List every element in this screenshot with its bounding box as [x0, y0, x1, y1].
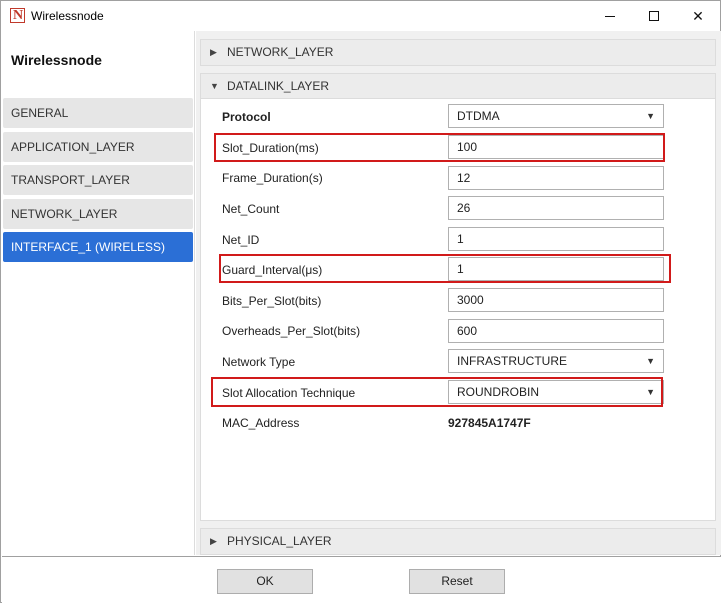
network-type-select[interactable]: INFRASTRUCTURE ▼: [448, 349, 664, 373]
net-count-field[interactable]: 26: [448, 196, 664, 220]
dialog-footer: OK Reset: [2, 556, 721, 603]
network-type-label: Network Type: [222, 355, 296, 369]
reset-button[interactable]: Reset: [409, 569, 505, 594]
protocol-label: Protocol: [222, 110, 271, 124]
sidebar-item-application-layer[interactable]: APPLICATION_LAYER: [3, 132, 193, 162]
datalink-layer-body: Protocol DTDMA ▼ Slot_Duration(ms) 100 F…: [200, 98, 716, 521]
chevron-down-icon: ▼: [210, 81, 219, 91]
mac-address-label: MAC_Address: [222, 416, 300, 430]
close-button[interactable]: ✕: [676, 1, 720, 31]
ok-button[interactable]: OK: [217, 569, 313, 594]
frame-duration-field[interactable]: 12: [448, 166, 664, 190]
close-icon: ✕: [692, 7, 704, 24]
properties-panel: ▶ NETWORK_LAYER ▼ DATALINK_LAYER Protoco…: [196, 31, 721, 555]
app-logo-letter: N: [13, 8, 24, 23]
highlight-slot-duration: [214, 133, 665, 162]
sidebar: Wirelessnode GENERAL APPLICATION_LAYER T…: [2, 31, 195, 555]
mac-address-value: 927845A1747F: [448, 416, 531, 430]
overheads-per-slot-field[interactable]: 600: [448, 319, 664, 343]
maximize-icon: [649, 11, 659, 21]
network-type-value: INFRASTRUCTURE: [457, 354, 567, 368]
sidebar-item-general[interactable]: GENERAL: [3, 98, 193, 128]
section-physical-layer-header[interactable]: ▶ PHYSICAL_LAYER: [200, 528, 716, 555]
net-count-label: Net_Count: [222, 202, 280, 216]
overheads-per-slot-label: Overheads_Per_Slot(bits): [222, 324, 361, 338]
net-id-field[interactable]: 1: [448, 227, 664, 251]
section-physical-layer-label: PHYSICAL_LAYER: [227, 534, 332, 548]
section-network-layer-header[interactable]: ▶ NETWORK_LAYER: [200, 39, 716, 66]
protocol-value: DTDMA: [457, 109, 500, 123]
window-title: Wirelessnode: [31, 9, 104, 23]
dropdown-arrow-icon: ▼: [646, 356, 655, 366]
section-datalink-layer-label: DATALINK_LAYER: [227, 79, 330, 93]
minimize-icon: [605, 15, 615, 17]
minimize-button[interactable]: [588, 1, 632, 31]
app-logo-icon: N: [10, 8, 25, 23]
sidebar-item-network-layer[interactable]: NETWORK_LAYER: [3, 199, 193, 229]
bits-per-slot-label: Bits_Per_Slot(bits): [222, 294, 322, 308]
chevron-right-icon: ▶: [210, 536, 217, 546]
title-bar: N Wirelessnode ✕: [1, 1, 720, 31]
highlight-guard-interval: [219, 254, 671, 283]
protocol-select[interactable]: DTDMA ▼: [448, 104, 664, 128]
node-title: Wirelessnode: [11, 52, 102, 68]
section-network-layer-label: NETWORK_LAYER: [227, 45, 334, 59]
maximize-button[interactable]: [632, 1, 676, 31]
net-id-label: Net_ID: [222, 233, 260, 247]
chevron-right-icon: ▶: [210, 47, 217, 57]
section-datalink-layer-header[interactable]: ▼ DATALINK_LAYER: [200, 73, 716, 100]
dialog-window: N Wirelessnode ✕ Wirelessnode GENERAL AP…: [0, 0, 721, 603]
sidebar-item-transport-layer[interactable]: TRANSPORT_LAYER: [3, 165, 193, 195]
highlight-slot-allocation: [211, 377, 663, 407]
bits-per-slot-field[interactable]: 3000: [448, 288, 664, 312]
frame-duration-label: Frame_Duration(s): [222, 171, 323, 185]
dropdown-arrow-icon: ▼: [646, 111, 655, 121]
sidebar-item-interface-1-wireless[interactable]: INTERFACE_1 (WIRELESS): [3, 232, 193, 262]
